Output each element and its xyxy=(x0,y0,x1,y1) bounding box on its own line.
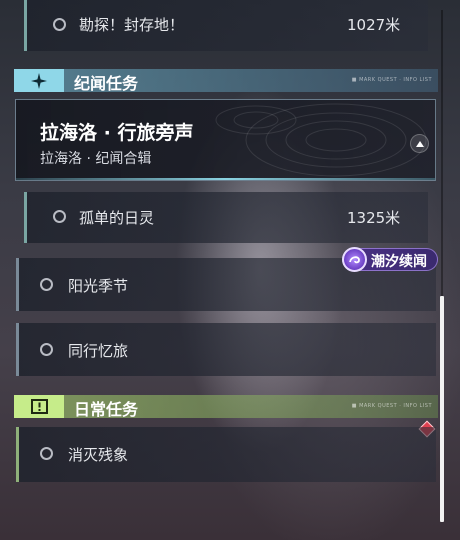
tide-continuation-badge: 潮汐续闻 xyxy=(342,247,438,272)
quest-row-accent xyxy=(16,258,19,311)
quest-name: 勘探！封存地！ xyxy=(79,16,185,34)
quest-distance: 1325米 xyxy=(347,209,401,227)
scrollbar-thumb[interactable] xyxy=(440,296,444,522)
quest-row-top[interactable]: 勘探！封存地！ 1027米 xyxy=(24,0,428,51)
quest-name: 消灭残象 xyxy=(68,446,129,464)
card-glow-line xyxy=(16,178,435,180)
hollow-circle-icon xyxy=(53,18,66,31)
quest-row[interactable]: 同行忆旅 xyxy=(16,323,436,376)
hollow-circle-icon xyxy=(40,447,53,460)
sparkle-star-icon xyxy=(14,69,64,92)
quest-row-accent xyxy=(16,323,19,376)
section-tiny-text: ■ MARK QUEST · INFO LIST xyxy=(351,403,432,409)
quest-row-daily[interactable]: 消灭残象 xyxy=(16,427,436,482)
hollow-circle-icon xyxy=(40,278,53,291)
hollow-circle-icon xyxy=(40,343,53,356)
section-header-story[interactable]: 纪闻任务 ■ MARK QUEST · INFO LIST xyxy=(14,69,438,93)
quest-row-accent xyxy=(16,427,19,482)
quest-distance: 1027米 xyxy=(347,16,401,34)
topographic-pattern xyxy=(215,103,427,177)
quest-row-accent xyxy=(24,192,27,243)
quest-name: 阳光季节 xyxy=(68,277,129,295)
hollow-circle-icon xyxy=(53,210,66,223)
featured-quest-title: 拉海洛 · 行旅旁声 xyxy=(40,122,194,144)
chevron-up-icon[interactable] xyxy=(410,134,429,153)
section-tiny-text: ■ MARK QUEST · INFO LIST xyxy=(351,77,432,83)
quest-name: 同行忆旅 xyxy=(68,342,129,360)
section-header-daily[interactable]: 日常任务 ■ MARK QUEST · INFO LIST xyxy=(14,395,438,419)
quest-row-sub[interactable]: 孤单的日灵 1325米 xyxy=(24,192,428,243)
tide-badge-label: 潮汐续闻 xyxy=(371,254,427,270)
exclamation-box-icon xyxy=(14,395,64,418)
section-title: 纪闻任务 xyxy=(74,74,139,93)
section-title: 日常任务 xyxy=(74,400,139,419)
featured-quest-subtitle: 拉海洛 · 纪闻合辑 xyxy=(40,151,152,167)
quest-row-accent xyxy=(24,0,27,51)
quest-name: 孤单的日灵 xyxy=(79,209,155,227)
tide-swirl-icon xyxy=(342,247,367,272)
featured-quest-card[interactable]: 拉海洛 · 行旅旁声 拉海洛 · 纪闻合辑 xyxy=(15,99,436,181)
